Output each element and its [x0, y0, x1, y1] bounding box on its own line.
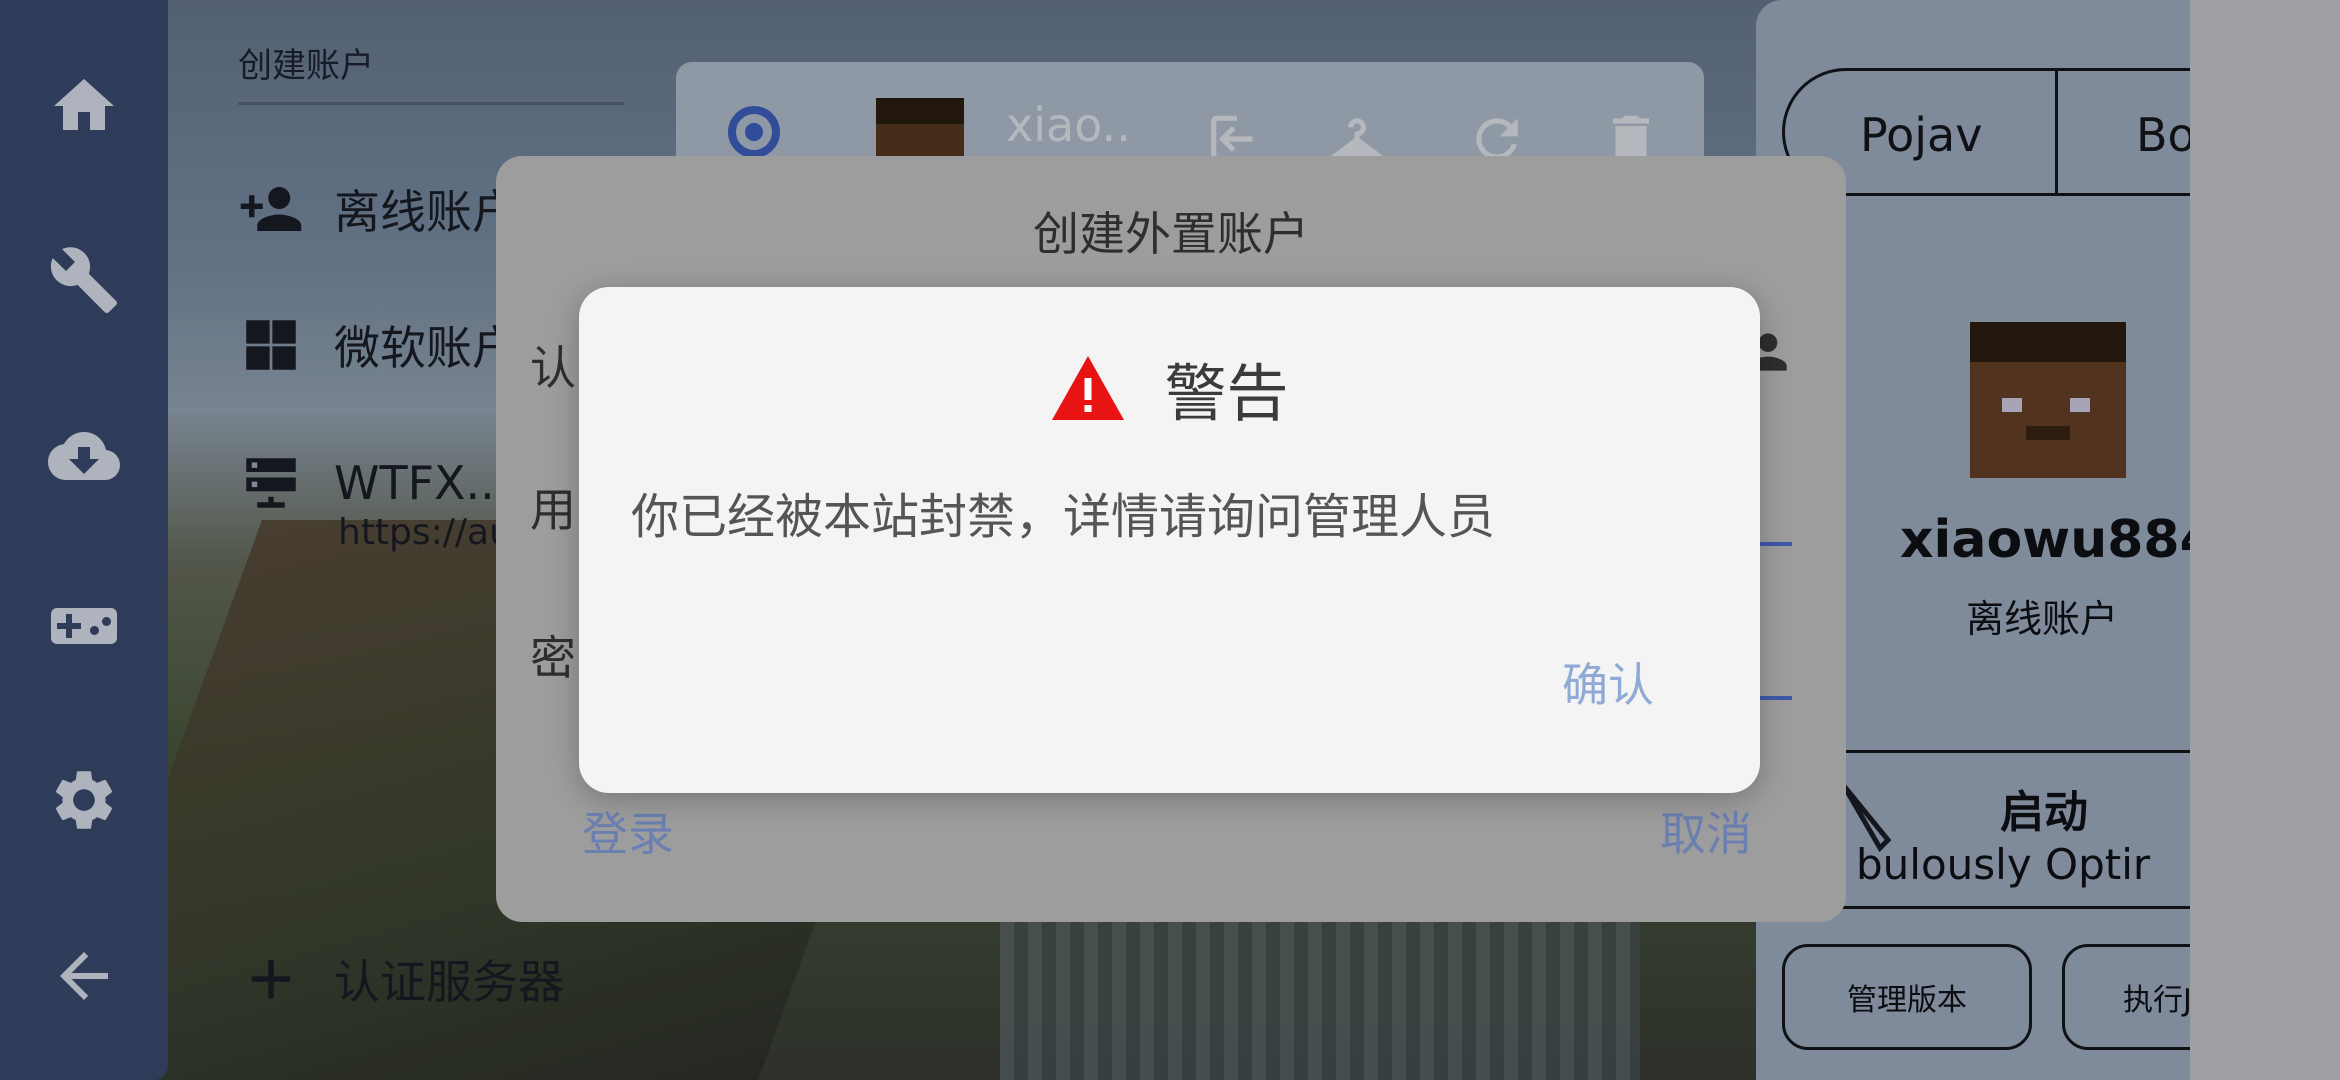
- warning-icon: [1052, 356, 1125, 420]
- warning-message: 你已经被本站封禁，详情请询问管理人员: [631, 489, 1496, 545]
- cancel-button[interactable]: 取消: [1660, 798, 1752, 864]
- warning-title: 警告: [1164, 357, 1289, 430]
- password-label: 密: [530, 631, 576, 685]
- username-label: 用: [530, 483, 576, 537]
- confirm-button[interactable]: 确认: [1562, 649, 1654, 715]
- auth-server-label: 认: [530, 341, 576, 395]
- login-button[interactable]: 登录: [582, 798, 674, 864]
- dialog-title: 创建外置账户: [1033, 207, 1309, 261]
- warning-header: 警告: [579, 343, 1760, 433]
- warning-dialog: 警告 你已经被本站封禁，详情请询问管理人员 确认: [579, 287, 1760, 793]
